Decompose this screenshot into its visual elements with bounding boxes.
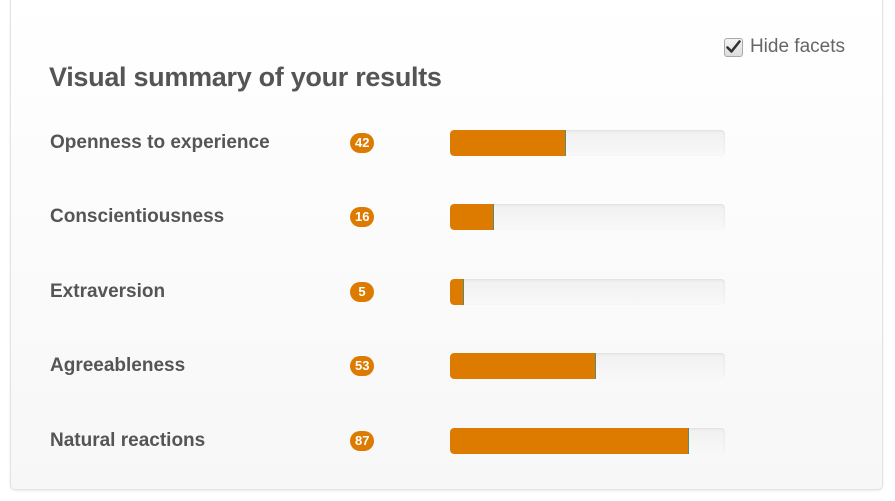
score-badge: 5 [350,282,374,302]
score-badge: 87 [350,431,375,451]
score-badge: 42 [350,133,375,153]
progress-track [450,204,725,230]
trait-row-conscientiousness: Conscientiousness 16 [11,204,882,230]
progress-track [450,428,725,454]
trait-label: Openness to experience [50,132,270,153]
page-title: Visual summary of your results [49,62,442,92]
trait-row-extraversion: Extraversion 5 [11,279,882,305]
hide-facets-label: Hide facets [749,36,845,57]
trait-row-natural-reactions: Natural reactions 87 [11,428,882,454]
score-badge: 16 [350,207,375,227]
progress-track [450,279,725,305]
progress-fill [450,428,690,454]
trait-label: Extraversion [50,281,166,302]
trait-label: Conscientiousness [50,206,225,227]
trait-label: Natural reactions [50,430,206,451]
trait-row-agreeableness: Agreeableness 53 [11,353,882,379]
progress-track [450,353,725,379]
trait-label: Agreeableness [50,355,186,376]
results-summary-panel: Hide facets Visual summary of your resul… [10,0,883,490]
progress-track [450,130,725,156]
progress-fill [450,204,494,230]
hide-facets-checkbox[interactable] [723,37,743,57]
score-badge: 53 [350,356,375,376]
checkmark-icon [726,40,741,53]
hide-facets-toggle[interactable]: Hide facets [723,36,845,58]
progress-fill [450,279,464,305]
progress-fill [450,353,596,379]
trait-row-openness: Openness to experience 42 [11,130,882,156]
progress-fill [450,130,566,156]
